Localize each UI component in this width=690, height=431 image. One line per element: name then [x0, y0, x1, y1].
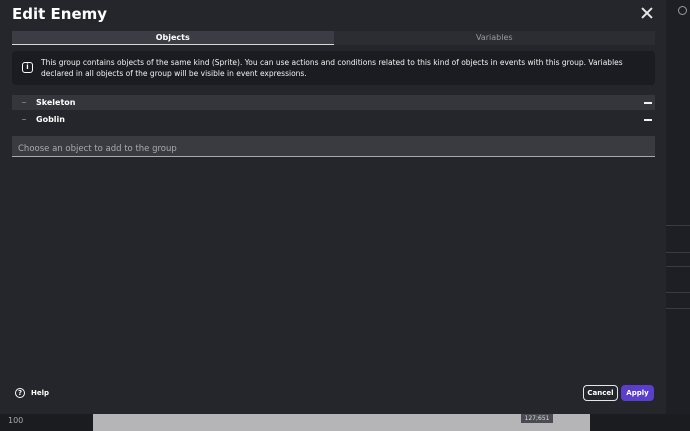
drag-handle-icon[interactable] [22, 119, 26, 120]
cursor-coordinates: 127;651 [521, 414, 553, 423]
divider [666, 252, 690, 253]
remove-icon[interactable] [644, 119, 652, 121]
cancel-button[interactable]: Cancel [583, 385, 618, 401]
dialog-title: Edit Enemy [12, 5, 108, 23]
object-name: Goblin [36, 115, 65, 124]
info-banner: i This group contains objects of the sam… [12, 51, 655, 85]
divider [666, 308, 690, 309]
tab-bar: Objects Variables [12, 31, 655, 45]
apply-button[interactable]: Apply [621, 385, 654, 401]
tab-variables[interactable]: Variables [333, 31, 655, 45]
add-object-input[interactable] [12, 139, 655, 159]
tab-objects[interactable]: Objects [12, 31, 334, 45]
close-icon[interactable] [640, 6, 654, 20]
settings-icon [678, 6, 687, 15]
object-name: Skeleton [36, 98, 76, 107]
background-status-bar: 100 127;651 [0, 414, 690, 431]
divider [666, 266, 690, 267]
help-icon: ? [15, 388, 25, 398]
zoom-value: 100 [8, 416, 24, 425]
edit-group-dialog: Edit Enemy Objects Variables i This grou… [0, 0, 666, 414]
help-label: Help [31, 389, 50, 397]
divider [666, 225, 690, 226]
divider [666, 292, 690, 293]
info-text: This group contains objects of the same … [41, 58, 623, 78]
help-button[interactable]: ? Help [15, 388, 49, 398]
background-panel-right [666, 0, 690, 431]
add-object-field[interactable] [12, 136, 655, 159]
list-item[interactable]: Goblin [12, 112, 655, 127]
drag-handle-icon[interactable] [22, 102, 26, 103]
remove-icon[interactable] [644, 102, 652, 104]
info-icon: i [22, 62, 33, 73]
scene-canvas [93, 414, 590, 431]
list-item[interactable]: Skeleton [12, 95, 655, 110]
